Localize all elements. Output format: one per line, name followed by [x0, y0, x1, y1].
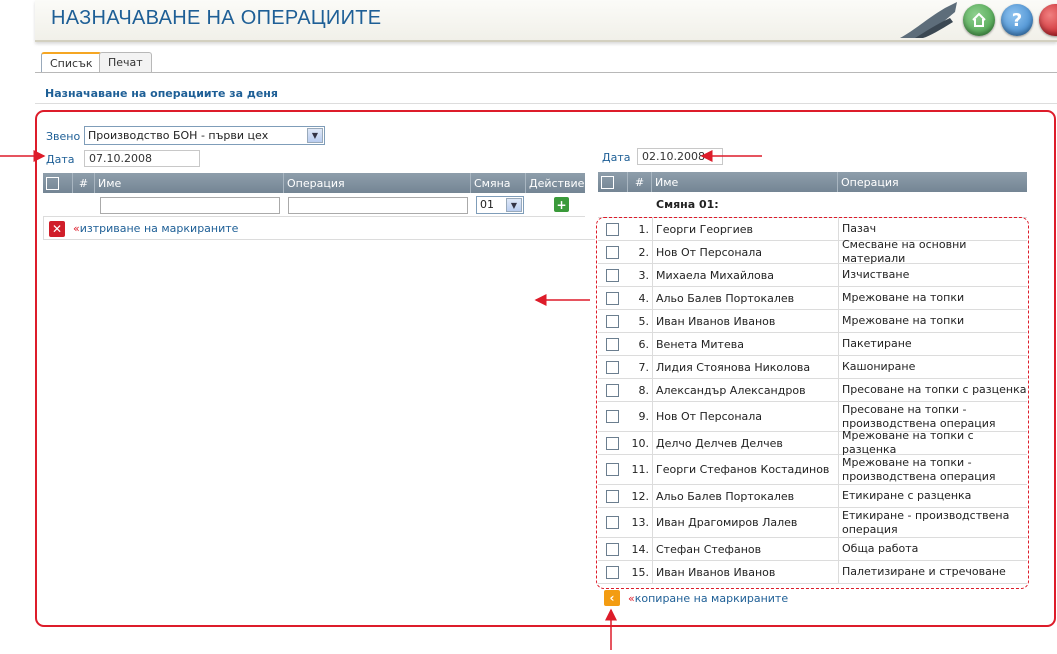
annotation-arrows [0, 150, 762, 650]
